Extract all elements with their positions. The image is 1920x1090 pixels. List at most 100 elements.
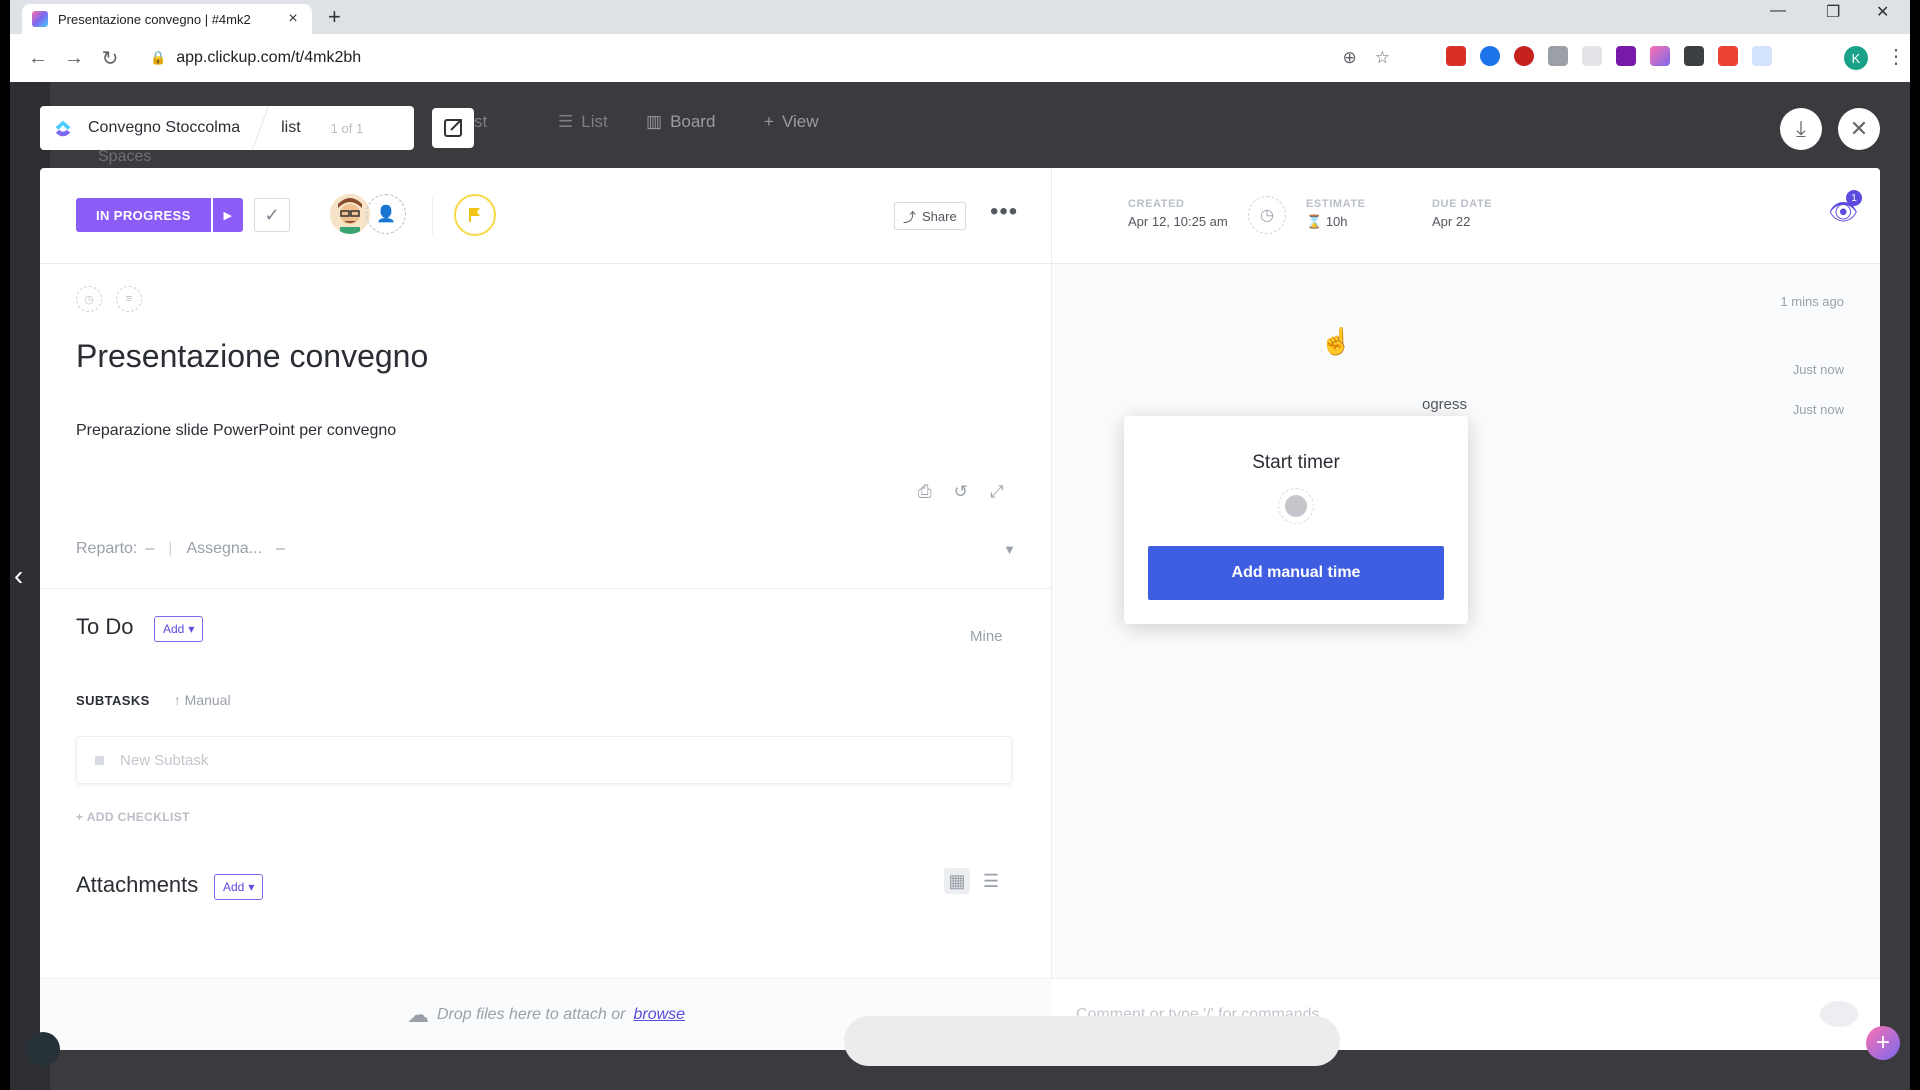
bg-view-label: View	[781, 112, 819, 131]
browse-link[interactable]: browse	[633, 1006, 685, 1024]
reload-icon[interactable]: ↻	[92, 46, 128, 71]
add-manual-time-button[interactable]: Add manual time	[1148, 546, 1444, 600]
due-date-meta[interactable]: DUE DATE Apr 22	[1432, 198, 1492, 229]
hourglass-icon: ⌛	[1306, 214, 1326, 229]
section-divider	[40, 588, 1052, 589]
reparto-field-value[interactable]: –	[145, 540, 154, 558]
open-in-new-button[interactable]	[432, 108, 474, 148]
reparto-field-label[interactable]: Reparto:	[76, 540, 137, 558]
tab-bar: Presentazione convegno | #4mk2 × + — ❐ ✕	[10, 0, 1910, 34]
address-bar-row: ← → ↻ 🔒 app.clickup.com/t/4mk2bh ⊕ ☆ K ⋮	[10, 34, 1910, 82]
extension-icon[interactable]	[1480, 46, 1500, 66]
custom-fields-row: Reparto: – | Assegna... – ▼	[76, 540, 1016, 558]
estimate-meta[interactable]: ESTIMATE ⌛ 10h	[1306, 198, 1366, 230]
todo-add-button[interactable]: Add ▾	[154, 616, 204, 642]
extension-icon[interactable]	[1446, 46, 1466, 66]
subtasks-sort[interactable]: ↑ Manual	[174, 692, 231, 708]
subtasks-header: SUBTASKS ↑ Manual	[76, 692, 231, 708]
new-tab-button[interactable]: +	[328, 4, 341, 30]
task-title[interactable]: Presentazione convegno	[76, 338, 428, 375]
task-description[interactable]: Preparazione slide PowerPoint per conveg…	[76, 422, 396, 440]
bottom-left-avatar[interactable]	[26, 1032, 60, 1066]
status-label[interactable]: IN PROGRESS	[76, 198, 211, 232]
attachments-view-toggle: ▦ ☰	[944, 868, 1004, 894]
add-assignee-button[interactable]: 👤	[366, 194, 406, 234]
assegna-field-label[interactable]: Assegna...	[186, 540, 262, 558]
install-icon[interactable]: ⊕	[1343, 48, 1357, 68]
quick-create-button[interactable]: +	[1866, 1026, 1900, 1060]
breadcrumb-space[interactable]: Convegno Stoccolma	[88, 119, 240, 137]
minimize-icon[interactable]: —	[1770, 2, 1786, 20]
breadcrumb: Convegno Stoccolma list 1 of 1	[40, 106, 414, 150]
time-tracking-button[interactable]: ◷	[1248, 196, 1286, 234]
extension-icon[interactable]	[1548, 46, 1568, 66]
bg-spaces-label: Spaces	[98, 148, 152, 165]
restore-icon[interactable]: ❐	[1826, 2, 1840, 22]
close-task-button[interactable]: ✕	[1838, 108, 1880, 150]
assegna-field-value[interactable]: –	[276, 540, 285, 558]
window-close-icon[interactable]: ✕	[1876, 2, 1889, 22]
print-icon[interactable]: ⎙	[918, 482, 932, 502]
list-view-icon[interactable]: ☰	[978, 868, 1004, 894]
address-bar[interactable]: 🔒 app.clickup.com/t/4mk2bh ⊕ ☆	[150, 42, 1390, 74]
status-selector[interactable]: IN PROGRESS ▶	[76, 198, 243, 232]
activity-text: ogress	[1422, 396, 1468, 413]
mine-filter[interactable]: Mine	[970, 628, 1003, 645]
checklist-icon[interactable]: ≡	[116, 286, 142, 312]
assignee-avatar[interactable]	[330, 194, 370, 234]
estimate-value: ⌛ 10h	[1306, 214, 1366, 230]
tab-close-icon[interactable]: ×	[284, 10, 302, 28]
forward-icon[interactable]: →	[56, 47, 92, 70]
header-divider	[432, 198, 433, 234]
onenote-extension-icon[interactable]	[1616, 46, 1636, 66]
plus-icon: +	[764, 112, 774, 131]
browser-menu-icon[interactable]: ⋮	[1886, 44, 1906, 69]
more-options-icon[interactable]: •••	[990, 198, 1018, 226]
grid-view-icon[interactable]: ▦	[944, 868, 970, 894]
subtasks-label: SUBTASKS	[76, 692, 150, 708]
extension-icon[interactable]	[1582, 46, 1602, 66]
bg-board-tab: ▥ Board	[646, 112, 715, 132]
new-subtask-input[interactable]: New Subtask	[76, 736, 1012, 784]
bookmark-star-icon[interactable]: ☆	[1375, 48, 1390, 68]
extension-icon[interactable]	[1718, 46, 1738, 66]
add-checklist-button[interactable]: + ADD CHECKLIST	[76, 810, 190, 824]
clickup-extension-icon[interactable]	[1650, 46, 1670, 66]
next-status-arrow-icon[interactable]: ▶	[212, 198, 243, 232]
bg-add-view: + View	[764, 112, 818, 132]
profile-avatar[interactable]: K	[1844, 46, 1868, 70]
share-button[interactable]: ⤴ Share	[894, 202, 966, 230]
cloud-upload-icon: ☁	[406, 1001, 429, 1027]
record-icon	[1285, 495, 1307, 517]
start-timer-button[interactable]	[1278, 488, 1314, 524]
attachments-add-button[interactable]: Add ▾	[214, 874, 264, 900]
created-label: CREATED	[1128, 198, 1185, 210]
back-icon[interactable]: ←	[20, 47, 56, 70]
due-date-value: Apr 22	[1432, 214, 1471, 229]
due-date-label: DUE DATE	[1432, 198, 1493, 210]
complete-checkbox[interactable]: ✓	[254, 198, 290, 232]
history-icon[interactable]: ↺	[954, 482, 968, 502]
priority-flag-button[interactable]	[454, 194, 496, 236]
comment-bubble-icon[interactable]	[1820, 1001, 1858, 1027]
breadcrumb-list[interactable]: list	[281, 119, 301, 137]
tab-title: Presentazione convegno | #4mk2	[58, 11, 251, 27]
add-label: Add	[163, 622, 185, 636]
bg-board-label: Board	[670, 112, 716, 131]
watchers-button[interactable]: 👁 1	[1828, 190, 1862, 227]
field-separator: |	[168, 540, 173, 557]
clickup-favicon-icon	[32, 11, 48, 27]
breadcrumb-count: 1 of 1	[330, 120, 364, 136]
todo-title: To Do	[76, 614, 134, 639]
tag-icon[interactable]: ◷	[76, 286, 102, 312]
expand-icon[interactable]: ⤢	[990, 482, 1004, 502]
share-icon: ⤴	[903, 209, 917, 225]
extension-icon[interactable]	[1684, 46, 1704, 66]
chevron-down-icon[interactable]: ▼	[1003, 542, 1016, 557]
extension-icon[interactable]	[1752, 46, 1772, 66]
previous-task-chevron-icon[interactable]: ‹	[14, 560, 23, 592]
browser-tab[interactable]: Presentazione convegno | #4mk2 ×	[22, 4, 312, 34]
extension-icon[interactable]	[1514, 46, 1534, 66]
minimize-task-button[interactable]: ⤓	[1780, 108, 1822, 150]
avatar-face-icon	[330, 194, 370, 234]
